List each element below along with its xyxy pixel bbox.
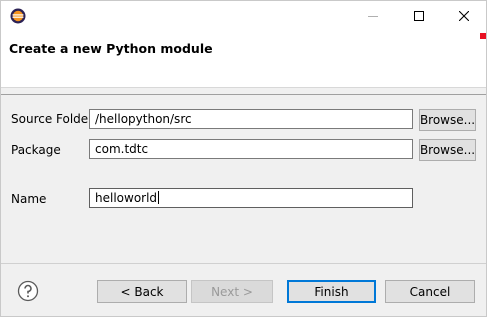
cancel-button[interactable]: Cancel	[385, 280, 475, 303]
name-field-value: helloworld	[95, 191, 158, 205]
dialog-header: Create a new Python module	[1, 31, 486, 88]
text-caret	[158, 191, 160, 204]
new-python-module-dialog: Create a new Python module Source Folder…	[0, 0, 487, 317]
eclipse-icon	[10, 8, 26, 24]
close-button[interactable]	[441, 1, 487, 31]
minimize-button[interactable]	[350, 1, 396, 31]
package-field[interactable]: com.tdtc	[89, 139, 413, 159]
header-separator	[1, 94, 486, 95]
back-button[interactable]: < Back	[97, 280, 187, 303]
source-folder-browse-button[interactable]: Browse...	[419, 109, 476, 131]
minimize-icon	[368, 16, 378, 17]
close-icon	[459, 11, 469, 21]
name-field[interactable]: helloworld	[89, 188, 413, 208]
dialog-title: Create a new Python module	[9, 41, 213, 56]
source-folder-field[interactable]: /hellopython/src	[89, 109, 413, 129]
finish-button[interactable]: Finish	[287, 280, 376, 303]
package-label: Package	[11, 143, 61, 157]
footer-separator	[1, 263, 486, 264]
source-folder-label: Source Folder	[11, 112, 94, 126]
maximize-icon	[414, 11, 424, 21]
help-icon[interactable]	[17, 280, 39, 302]
name-label: Name	[11, 192, 47, 206]
package-browse-button[interactable]: Browse...	[419, 139, 476, 161]
next-button[interactable]: Next >	[191, 280, 273, 303]
maximize-button[interactable]	[396, 1, 442, 31]
title-bar	[1, 1, 486, 31]
accent-marker	[480, 33, 486, 39]
